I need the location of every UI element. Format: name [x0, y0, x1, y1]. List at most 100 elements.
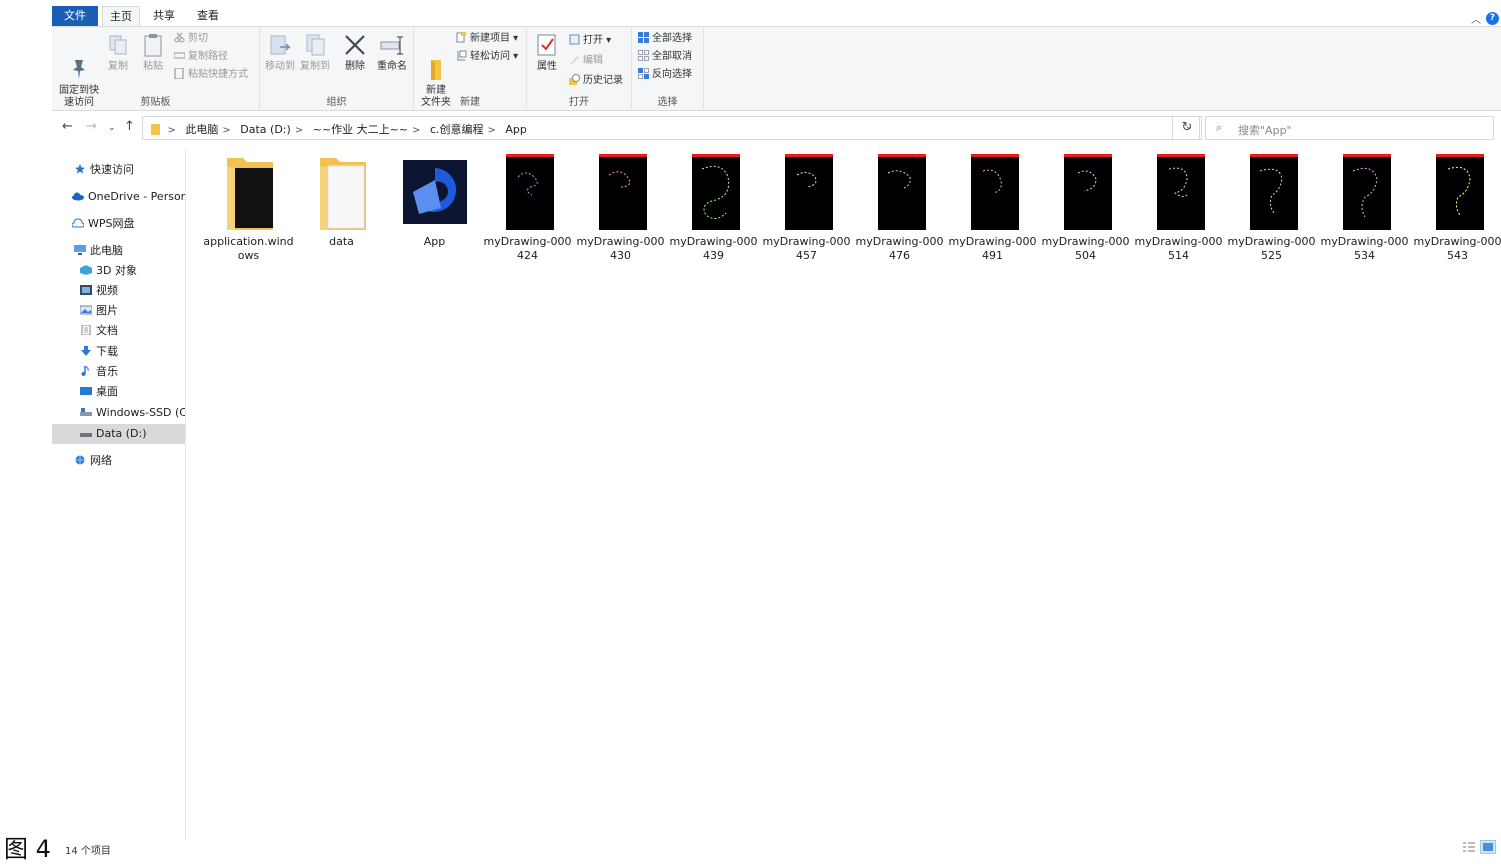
crumb-app[interactable]: App [505, 123, 527, 136]
cut-button[interactable]: 剪切 [174, 31, 208, 47]
download-icon [80, 343, 92, 356]
delete-button[interactable]: 删除 [342, 33, 368, 73]
file-item-application-windows[interactable]: application.windows [202, 152, 295, 263]
open-button[interactable]: 打开 ▾ [569, 33, 611, 49]
drawing-thumbnail [1236, 152, 1308, 232]
new-group-label: 新建 [460, 97, 480, 108]
file-item-drawing[interactable]: myDrawing-000439 [667, 152, 760, 263]
file-item-drawing[interactable]: myDrawing-000430 [574, 152, 667, 263]
file-item-drawing[interactable]: myDrawing-000476 [853, 152, 946, 263]
nav-item-pictures[interactable]: 图片 [52, 301, 185, 321]
paste-button[interactable]: 粘贴 [138, 33, 168, 73]
file-item-drawing[interactable]: myDrawing-000504 [1039, 152, 1132, 263]
clipboard-icon [140, 33, 166, 57]
invert-selection-button[interactable]: 反向选择 [638, 67, 692, 83]
history-button[interactable]: 历史记录 [569, 73, 623, 89]
easy-access-button[interactable]: 轻松访问 ▾ [456, 49, 518, 65]
delete-x-icon [342, 33, 368, 57]
computer-icon [74, 242, 86, 255]
easy-access-label: 轻松访问 ▾ [470, 51, 519, 62]
nav-label: 桌面 [96, 385, 118, 398]
nav-item-quick-access[interactable]: 快速访问 [52, 160, 185, 180]
help-icon[interactable]: ? [1486, 12, 1499, 25]
file-item-drawing[interactable]: myDrawing-000543 [1411, 152, 1501, 263]
file-item-drawing[interactable]: myDrawing-000525 [1225, 152, 1318, 263]
copy-path-button[interactable]: 复制路径 [173, 49, 228, 65]
file-item-drawing[interactable]: myDrawing-000491 [946, 152, 1039, 263]
search-box[interactable]: ⌕ 搜索"App" [1205, 116, 1494, 140]
nav-item-windows-ssd[interactable]: Windows-SSD (C:) [52, 403, 185, 423]
organize-group-label: 组织 [326, 97, 347, 108]
properties-button[interactable]: 属性 [533, 33, 561, 73]
history-icon [569, 74, 580, 85]
nav-item-documents[interactable]: 文档 [52, 321, 185, 341]
folder-small-icon [151, 124, 160, 135]
back-arrow-icon[interactable]: ← [62, 119, 73, 134]
select-none-button[interactable]: 全部取消 [638, 49, 692, 65]
copy-to-button[interactable]: 复制到 [298, 33, 332, 73]
paste-shortcut-label: 粘贴快捷方式 [188, 69, 248, 80]
nav-item-videos[interactable]: 视频 [52, 281, 185, 301]
crumb-data-d[interactable]: Data (D:) [240, 123, 291, 136]
tab-share[interactable]: 共享 [146, 6, 182, 26]
up-arrow-icon[interactable]: ↑ [124, 119, 135, 134]
drive-icon [80, 425, 92, 437]
nav-item-data-d[interactable]: Data (D:) [52, 424, 185, 444]
select-all-button[interactable]: 全部选择 [638, 31, 692, 47]
new-group: 新建 文件夹 新建项目 ▾ 轻松访问 ▾ 新建 [414, 27, 527, 111]
edit-button[interactable]: 编辑 [569, 53, 603, 69]
drawing-thumbnail [1329, 152, 1401, 232]
paste-shortcut-button[interactable]: 粘贴快捷方式 [174, 67, 248, 83]
clipboard-group-label: 剪贴板 [140, 97, 171, 108]
pin-icon [66, 45, 92, 79]
tab-file[interactable]: 文件 [52, 6, 98, 26]
copy-button[interactable]: 复制 [104, 33, 132, 73]
rename-button[interactable]: 重命名 [374, 33, 410, 73]
details-view-icon[interactable] [1461, 840, 1477, 854]
nav-label: WPS网盘 [88, 217, 135, 230]
file-item-app[interactable]: App [388, 152, 481, 249]
file-item-data[interactable]: data [295, 152, 388, 249]
nav-item-3d-objects[interactable]: 3D 对象 [52, 261, 185, 281]
nav-item-network[interactable]: 网络 [52, 451, 185, 471]
forward-arrow-icon[interactable]: → [86, 119, 97, 134]
search-icon: ⌕ [1216, 121, 1223, 134]
refresh-icon[interactable]: ↻ [1172, 116, 1202, 140]
nav-item-wps-drive[interactable]: WPS网盘 [52, 214, 185, 234]
crumb-homework[interactable]: ~~作业 大二上~~ [313, 123, 408, 136]
address-bar[interactable]: > 此电脑 > Data (D:) > ~~作业 大二上~~ > c.创意编程 > Ap… [142, 116, 1200, 140]
file-item-drawing[interactable]: myDrawing-000457 [760, 152, 853, 263]
nav-item-this-pc[interactable]: 此电脑 [52, 241, 185, 261]
breadcrumb: > 此电脑 > Data (D:) > ~~作业 大二上~~ > c.创意编程 > Ap… [151, 121, 531, 137]
file-explorer-window: 文件 主页 共享 查看 ︿ ? 固定到快 速访问 复制 粘贴 剪切 复制路径 粘… [52, 0, 1501, 859]
nav-label: Windows-SSD (C:) [96, 406, 185, 419]
copy-to-label: 复制到 [300, 61, 330, 72]
collapse-ribbon-icon[interactable]: ︿ [1471, 11, 1481, 26]
tab-home[interactable]: 主页 [102, 6, 140, 28]
cloud-icon [72, 188, 84, 201]
crumb-creative-coding[interactable]: c.创意编程 [430, 123, 484, 136]
drawing-thumbnail [864, 152, 936, 232]
move-to-button[interactable]: 移动到 [263, 33, 297, 73]
invert-selection-icon [638, 68, 649, 79]
drawing-thumbnail [1143, 152, 1215, 232]
nav-item-music[interactable]: 音乐 [52, 362, 185, 382]
tab-view[interactable]: 查看 [190, 6, 226, 26]
clipboard-group: 固定到快 速访问 复制 粘贴 剪切 复制路径 粘贴快捷方式 剪贴板 [52, 27, 260, 111]
file-item-drawing[interactable]: myDrawing-000424 [481, 152, 574, 263]
nav-item-downloads[interactable]: 下载 [52, 342, 185, 362]
nav-item-desktop[interactable]: 桌面 [52, 382, 185, 402]
easy-access-icon [456, 50, 467, 61]
file-name: myDrawing-000457 [762, 235, 851, 262]
pictures-icon [79, 302, 93, 315]
large-icons-view-icon[interactable] [1480, 840, 1496, 854]
file-item-drawing[interactable]: myDrawing-000514 [1132, 152, 1225, 263]
file-item-drawing[interactable]: myDrawing-000534 [1318, 152, 1411, 263]
new-item-button[interactable]: 新建项目 ▾ [456, 31, 518, 47]
nav-item-onedrive[interactable]: OneDrive - Persona [52, 187, 185, 207]
crumb-this-pc[interactable]: 此电脑 [185, 123, 218, 136]
recent-locations-chevron-icon[interactable]: ⌄ [108, 123, 116, 133]
search-placeholder: 搜索"App" [1238, 124, 1292, 137]
new-folder-icon [423, 45, 449, 80]
cut-label: 剪切 [188, 33, 208, 44]
